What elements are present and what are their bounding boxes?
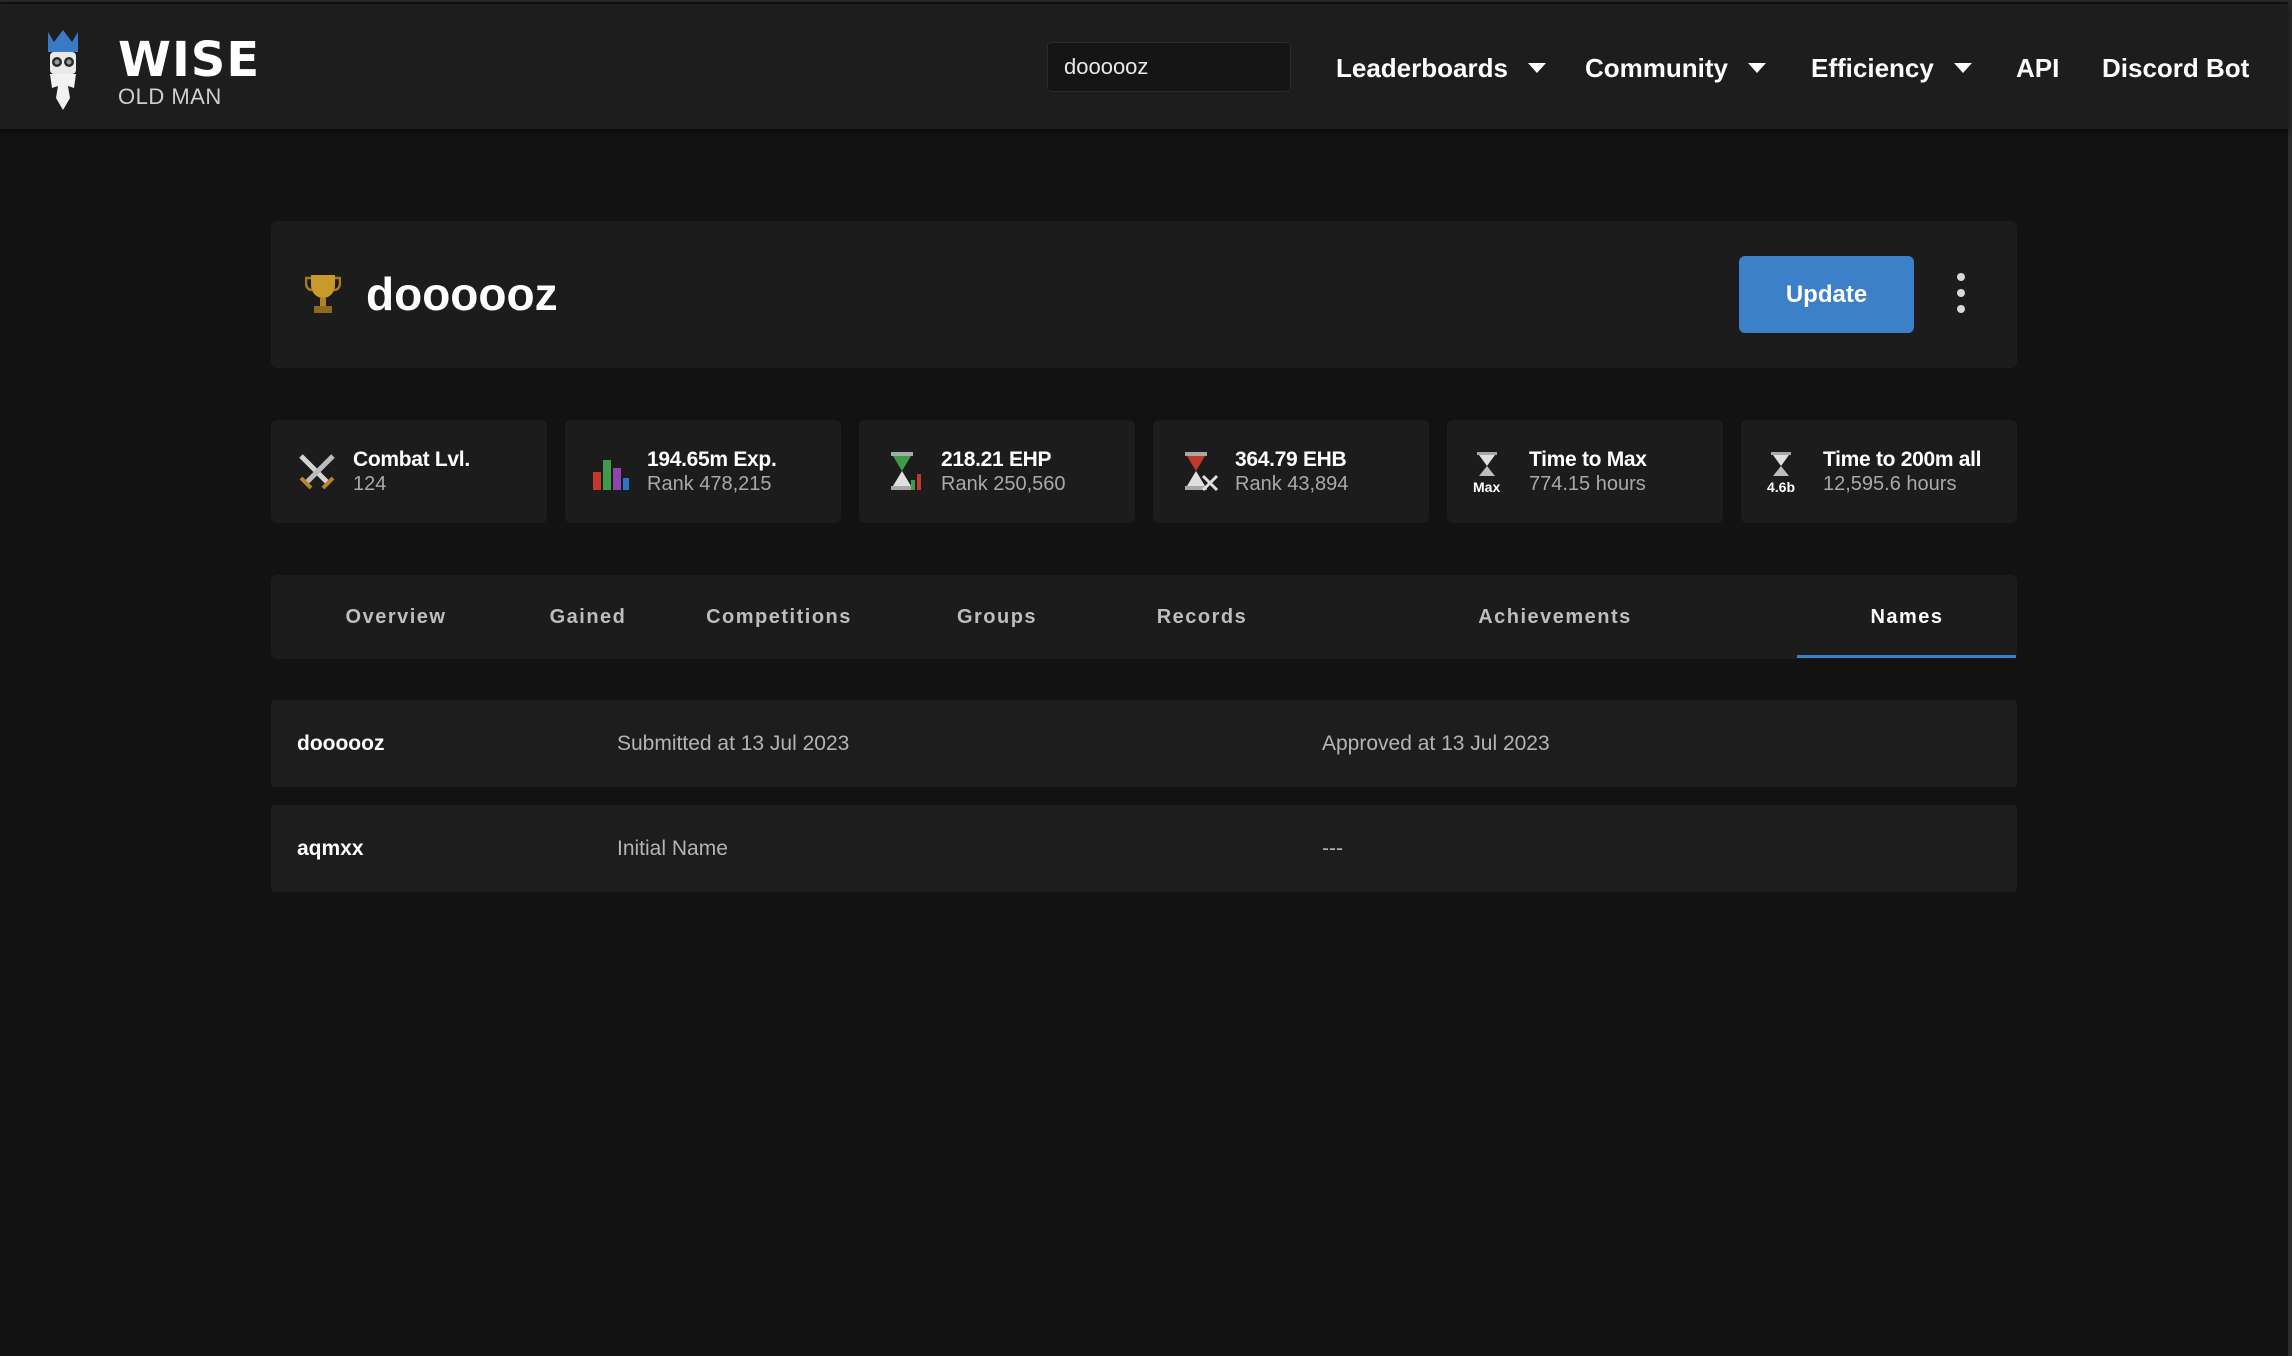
stat-title: 364.79 EHB (1235, 448, 1347, 471)
stat-title: Time to 200m all (1823, 448, 1982, 471)
trophy-icon (305, 275, 341, 313)
nav-api[interactable]: API (2016, 50, 2059, 86)
nav-efficiency-label: Efficiency (1811, 53, 1934, 83)
logo-title: WISE (118, 32, 261, 88)
stat-card-ehp: 218.21 EHP Rank 250,560 (859, 420, 1135, 523)
nav-leaderboards[interactable]: Leaderboards (1336, 50, 1546, 86)
stat-card-ehb: 364.79 EHB Rank 43,894 (1153, 420, 1429, 523)
more-options-button[interactable] (1951, 269, 1973, 319)
name-change-row: aqmxx Initial Name --- (271, 805, 2017, 892)
player-name: doooooz (366, 268, 558, 320)
hourglass-max-text: Max (1473, 479, 1500, 494)
stat-subtitle: Rank 478,215 (647, 473, 772, 495)
more-vertical-icon (1957, 273, 1965, 281)
nav-discord-bot-label: Discord Bot (2102, 53, 2250, 83)
nav-efficiency[interactable]: Efficiency (1811, 50, 1972, 86)
chevron-down-icon (1953, 63, 1972, 74)
hourglass-ehb-icon (1185, 452, 1219, 492)
crossed-swords-icon (299, 454, 335, 490)
tab-competitions[interactable]: Competitions (655, 575, 903, 659)
bar-chart-icon (593, 460, 629, 490)
stat-title: Time to Max (1529, 448, 1647, 471)
name-change-submitted: Initial Name (617, 837, 728, 860)
stat-card-exp: 194.65m Exp. Rank 478,215 (565, 420, 841, 523)
stat-subtitle: Rank 250,560 (941, 473, 1066, 495)
tab-names[interactable]: Names (1797, 575, 2017, 659)
logo-subtitle: OLD MAN (118, 84, 222, 109)
tab-records[interactable]: Records (1091, 575, 1313, 659)
stat-subtitle: 12,595.6 hours (1823, 473, 1957, 495)
top-nav-bar: WISE OLD MAN Leaderboards Community Effi… (0, 4, 2288, 129)
hourglass-ehp-icon (891, 452, 921, 490)
tab-achievements[interactable]: Achievements (1313, 575, 1797, 659)
stat-card-time-to-max: Max Time to Max 774.15 hours (1447, 420, 1723, 523)
hourglass-200m-icon: 4.6b (1767, 452, 1795, 494)
wise-old-man-logo-icon (48, 30, 78, 110)
player-search-input[interactable] (1047, 42, 1291, 92)
name-change-approved: --- (1322, 837, 1343, 860)
nav-community[interactable]: Community (1585, 50, 1766, 86)
stat-title: 194.65m Exp. (647, 448, 777, 471)
name-change-name: doooooz (297, 732, 385, 755)
active-tab-indicator (1797, 655, 2016, 658)
player-header-card: doooooz Update (271, 221, 2017, 368)
stat-title: Combat Lvl. (353, 448, 470, 471)
profile-tabs: Overview Gained Competitions Groups Reco… (271, 575, 2017, 659)
name-change-approved: Approved at 13 Jul 2023 (1322, 732, 1550, 755)
chevron-down-icon (1527, 63, 1546, 74)
stat-subtitle: 774.15 hours (1529, 473, 1646, 495)
site-logo[interactable]: WISE OLD MAN (42, 24, 282, 114)
app-frame: WISE OLD MAN Leaderboards Community Effi… (0, 0, 2292, 1356)
name-change-submitted: Submitted at 13 Jul 2023 (617, 732, 850, 755)
tab-gained[interactable]: Gained (521, 575, 655, 659)
chevron-down-icon (1748, 63, 1766, 74)
stat-card-combat: Combat Lvl. 124 (271, 420, 547, 523)
update-button[interactable]: Update (1739, 256, 1914, 333)
more-vertical-icon (1957, 289, 1965, 297)
tab-groups[interactable]: Groups (903, 575, 1091, 659)
nav-discord-bot[interactable]: Discord Bot (2102, 50, 2249, 86)
nav-api-label: API (2016, 53, 2060, 83)
hourglass-max-icon: Max (1473, 452, 1500, 494)
hourglass-200m-text: 4.6b (1767, 479, 1795, 494)
stat-card-time-to-200m: 4.6b Time to 200m all 12,595.6 hours (1741, 420, 2017, 523)
more-vertical-icon (1957, 305, 1965, 313)
name-change-row: doooooz Submitted at 13 Jul 2023 Approve… (271, 700, 2017, 787)
stat-subtitle: Rank 43,894 (1235, 473, 1349, 495)
nav-community-label: Community (1585, 53, 1728, 83)
nav-leaderboards-label: Leaderboards (1336, 53, 1508, 83)
stat-subtitle: 124 (353, 473, 387, 495)
stat-title: 218.21 EHP (941, 448, 1052, 471)
name-change-name: aqmxx (297, 837, 364, 860)
tab-overview[interactable]: Overview (271, 575, 521, 659)
